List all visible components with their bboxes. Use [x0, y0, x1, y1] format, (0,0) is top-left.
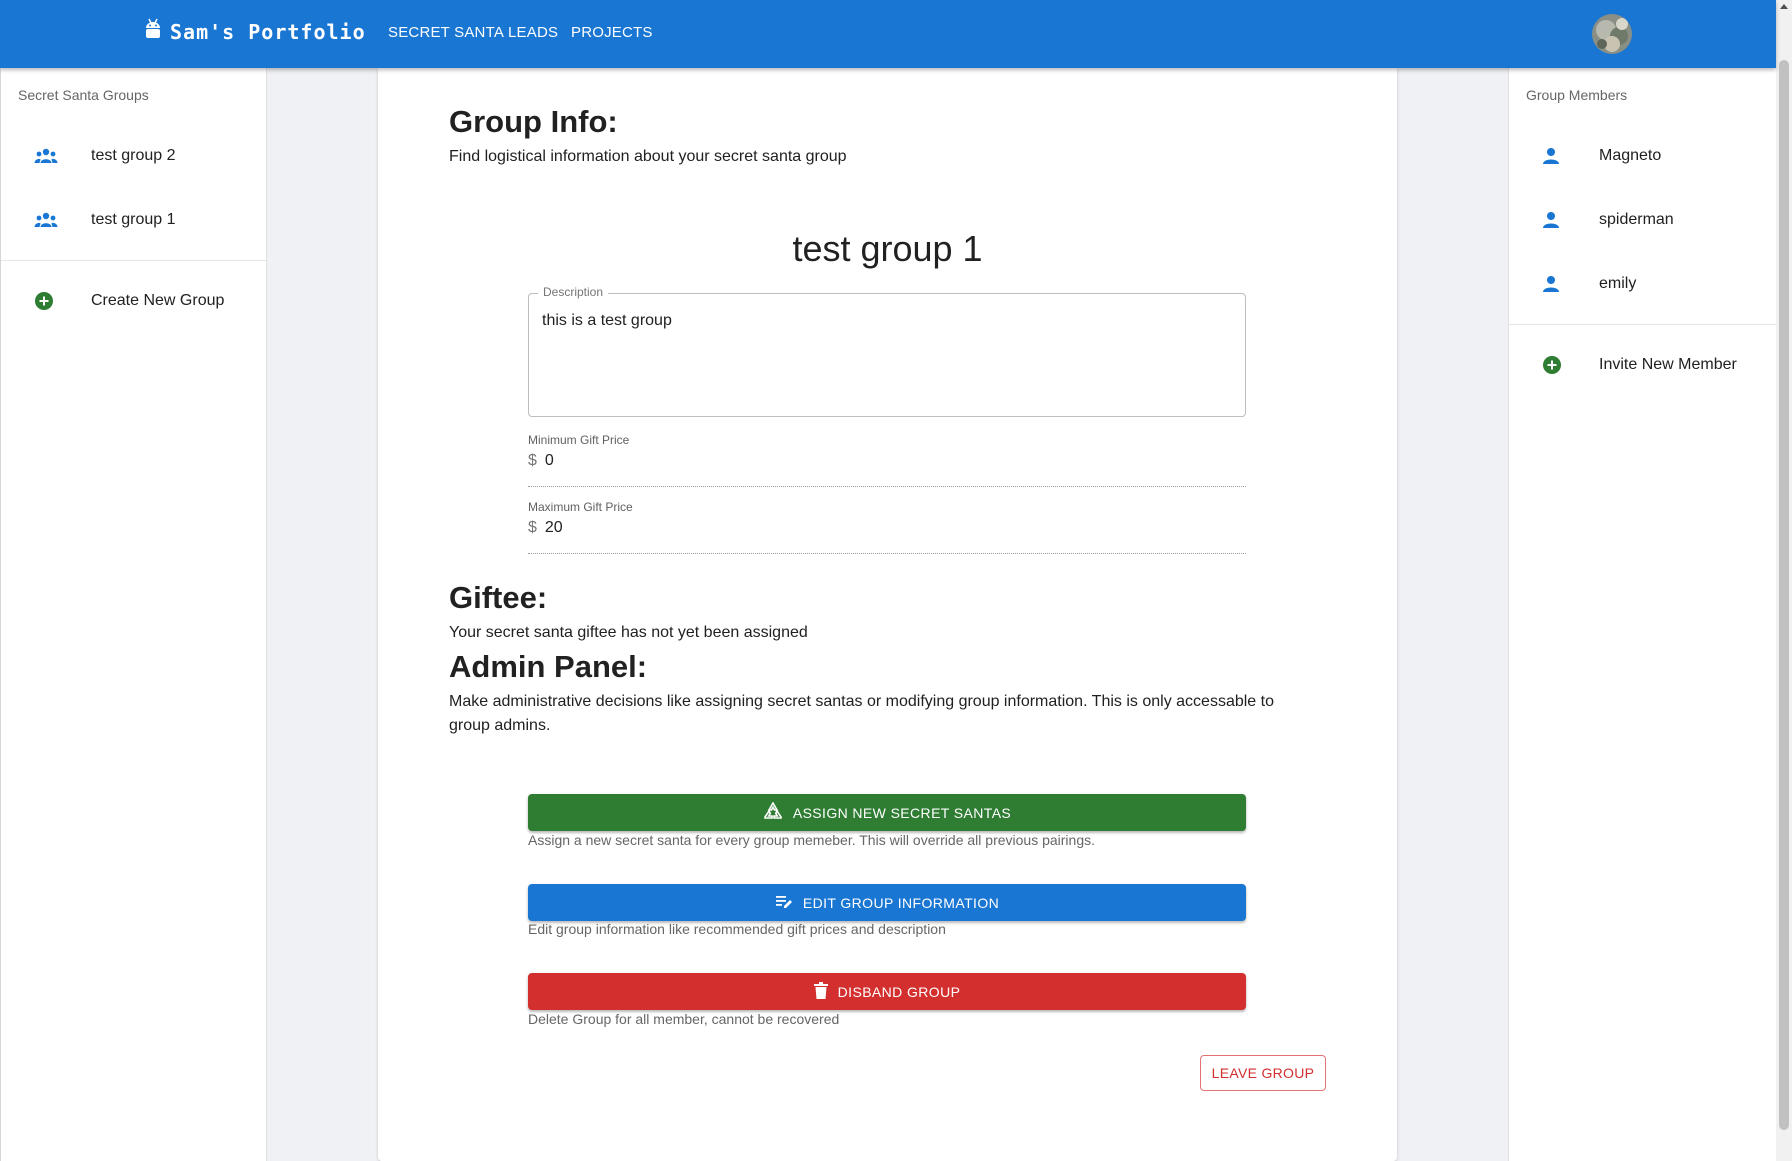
max-price-field[interactable]: Maximum Gift Price $ 20 [528, 500, 1246, 554]
nav-leads[interactable]: LEADS [508, 24, 558, 41]
min-price-label: Minimum Gift Price [528, 433, 630, 447]
description-field[interactable]: Description this is a test group [528, 285, 1246, 417]
member-label: Magneto [1599, 147, 1662, 164]
scroll-up-icon[interactable] [1780, 4, 1788, 9]
members-drawer: Group Members Magneto spiderman emily In… [1508, 68, 1776, 1161]
create-group-button[interactable]: Create New Group [1, 269, 266, 333]
leave-group-button[interactable]: LEAVE GROUP [1200, 1055, 1326, 1091]
groups-drawer: Secret Santa Groups test group 2 test gr… [0, 68, 267, 1161]
group-name: test group 1 [792, 228, 983, 269]
drawer-divider [1, 260, 266, 261]
app-bar: Sam's Portfolio SECRET SANTA LEADS PROJE… [0, 0, 1776, 68]
members-drawer-header: Group Members [1526, 87, 1628, 103]
giftee-description: Your secret santa giftee has not yet bee… [449, 624, 808, 641]
member-item-magneto[interactable]: Magneto [1509, 124, 1776, 188]
group-item-label: test group 2 [91, 147, 176, 164]
invite-member-label: Invite New Member [1599, 356, 1737, 373]
group-info-title: Group Info: [449, 104, 618, 139]
nav-secret-santa[interactable]: SECRET SANTA [388, 24, 504, 41]
member-label: spiderman [1599, 211, 1674, 228]
description-label: Description [538, 285, 609, 299]
assign-helper-text: Assign a new secret santa for every grou… [528, 832, 1095, 848]
disband-helper-text: Delete Group for all member, cannot be r… [528, 1011, 840, 1027]
member-item-spiderman[interactable]: spiderman [1509, 188, 1776, 252]
group-detail-card: Group Info: Find logistical information … [378, 68, 1397, 1161]
edit-note-icon [775, 893, 793, 912]
max-price-label: Maximum Gift Price [528, 500, 633, 514]
user-avatar[interactable] [1592, 14, 1632, 54]
recycle-icon [763, 801, 783, 823]
scrollbar-thumb[interactable] [1779, 60, 1789, 1130]
add-circle-icon [1, 291, 91, 311]
groups-drawer-header: Secret Santa Groups [18, 87, 149, 103]
drawer-divider [1509, 324, 1776, 325]
disband-group-button[interactable]: DISBAND GROUP [528, 973, 1246, 1010]
delete-icon [813, 981, 828, 1002]
min-price-value: 0 [544, 452, 554, 469]
groups-icon [1, 147, 91, 165]
invite-member-button[interactable]: Invite New Member [1509, 333, 1776, 397]
edit-group-button[interactable]: EDIT GROUP INFORMATION [528, 884, 1246, 921]
description-value: this is a test group [542, 312, 672, 329]
android-icon [145, 18, 161, 45]
min-price-field[interactable]: Minimum Gift Price $ 0 [528, 433, 1246, 487]
member-label: emily [1599, 275, 1637, 292]
add-circle-icon [1509, 355, 1599, 375]
group-info-description: Find logistical information about your s… [449, 148, 847, 165]
person-icon [1509, 147, 1599, 165]
currency-adornment: $ [528, 452, 537, 469]
group-item-test-group-1[interactable]: test group 1 [1, 188, 266, 252]
nav-projects[interactable]: PROJECTS [571, 24, 653, 41]
person-icon [1509, 275, 1599, 293]
admin-panel-description: Make administrative decisions like assig… [449, 693, 1274, 734]
assign-button-label: ASSIGN NEW SECRET SANTAS [792, 804, 1012, 821]
page-scrollbar[interactable] [1776, 0, 1792, 1161]
brand-title: Sam's Portfolio [170, 19, 366, 44]
disband-button-label: DISBAND GROUP [837, 983, 961, 1000]
group-item-label: test group 1 [91, 211, 176, 228]
brand[interactable]: Sam's Portfolio [145, 18, 366, 45]
edit-button-label: EDIT GROUP INFORMATION [802, 894, 1000, 911]
member-item-emily[interactable]: emily [1509, 252, 1776, 316]
edit-helper-text: Edit group information like recommended … [528, 921, 946, 937]
groups-icon [1, 211, 91, 229]
max-price-value: 20 [544, 519, 563, 536]
group-item-test-group-2[interactable]: test group 2 [1, 124, 266, 188]
giftee-title: Giftee: [449, 580, 548, 615]
assign-secret-santas-button[interactable]: ASSIGN NEW SECRET SANTAS [528, 794, 1246, 831]
currency-adornment: $ [528, 519, 537, 536]
person-icon [1509, 211, 1599, 229]
create-group-label: Create New Group [91, 292, 225, 309]
admin-panel-title: Admin Panel: [449, 649, 648, 684]
